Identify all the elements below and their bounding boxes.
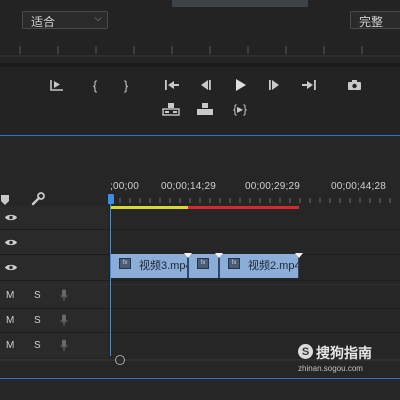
play-button[interactable] — [229, 75, 251, 95]
playhead-line[interactable] — [110, 196, 111, 356]
eye-icon — [5, 264, 17, 270]
step-back-button[interactable] — [195, 75, 217, 95]
edit-point-marker[interactable] — [184, 253, 192, 258]
mark-in-button[interactable]: { — [84, 75, 106, 95]
mark-out-button[interactable]: } — [115, 75, 137, 95]
microphone-icon[interactable] — [60, 339, 68, 352]
timeline-settings-button[interactable] — [30, 192, 46, 206]
track-divider — [0, 280, 400, 281]
lift-icon — [162, 103, 180, 116]
toggle-output-v1[interactable] — [3, 260, 19, 274]
clip-name: 视频2.mp4 — [248, 260, 299, 272]
step-forward-icon — [269, 80, 279, 90]
microphone-icon[interactable] — [60, 314, 68, 327]
eye-icon — [5, 214, 17, 220]
step-back-icon — [201, 80, 211, 90]
clip-name: 视频3.mp4 — [139, 260, 188, 272]
add-marker-button[interactable] — [46, 75, 68, 95]
comparison-view-button[interactable]: {▸} — [229, 99, 251, 119]
mark-out-icon: } — [123, 77, 129, 93]
logo-letter: S — [301, 345, 310, 358]
panel-focus-border — [0, 378, 400, 379]
edit-point-marker[interactable] — [295, 253, 303, 258]
edit-point-marker[interactable] — [215, 253, 223, 258]
wrench-icon — [31, 192, 45, 206]
timeline-clip[interactable]: fx 视频2.mp4 — [219, 254, 299, 278]
chevron-down-icon: ⌵ — [94, 13, 102, 24]
solo-a1-button[interactable]: S — [34, 290, 41, 301]
zoom-fit-select[interactable]: 适合 ⌵ — [22, 11, 108, 29]
zoom-scroll-handle[interactable] — [115, 355, 125, 365]
playhead-handle[interactable] — [108, 194, 114, 204]
timeline-clip[interactable]: fx 视频3.mp4 — [110, 254, 188, 278]
go-to-out-icon — [302, 80, 316, 90]
monitor-time-ruler[interactable] — [0, 40, 400, 58]
snap-toggle[interactable] — [0, 193, 10, 205]
trim-brackets-icon: {▸} — [232, 102, 248, 116]
timecode-label: ;00;00 — [110, 181, 140, 192]
video-audio-divider — [0, 284, 400, 285]
toggle-output-v2[interactable] — [3, 235, 19, 249]
track-divider — [0, 308, 400, 309]
track-divider — [0, 332, 400, 333]
extract-icon — [197, 103, 213, 115]
extract-button[interactable] — [194, 99, 216, 119]
solo-a2-button[interactable]: S — [34, 315, 41, 326]
timecode-label: 00;00;44;28 — [331, 181, 387, 192]
mute-a1-button[interactable]: M — [6, 290, 14, 301]
fx-badge: fx — [119, 258, 131, 269]
mute-a3-button[interactable]: M — [6, 340, 14, 351]
play-icon — [236, 79, 246, 91]
watermark-text: 搜狗指南 — [316, 345, 372, 361]
fx-badge: fx — [197, 258, 209, 269]
mark-in-icon: { — [92, 77, 98, 93]
export-marker-icon — [50, 80, 63, 91]
go-to-out-button[interactable] — [298, 75, 320, 95]
toggle-output-v3[interactable] — [3, 210, 19, 224]
playback-resolution-select[interactable]: 完整 — [350, 11, 400, 29]
microphone-icon[interactable] — [60, 289, 68, 302]
eye-icon — [5, 239, 17, 245]
go-to-in-icon — [165, 80, 179, 90]
watermark-url: zhinan.sogou.com — [298, 364, 363, 373]
go-to-in-button[interactable] — [161, 75, 183, 95]
step-forward-button[interactable] — [263, 75, 285, 95]
mute-a2-button[interactable]: M — [6, 315, 14, 326]
monitor-scrubber-bar[interactable] — [0, 63, 400, 67]
marker-icon — [1, 195, 9, 205]
solo-a3-button[interactable]: S — [34, 340, 41, 351]
timecode-label: 00;00;29;29 — [245, 181, 301, 192]
playback-resolution-value: 完整 — [359, 15, 384, 29]
export-frame-button[interactable] — [343, 75, 365, 95]
zoom-fit-value: 适合 — [31, 15, 56, 29]
fx-badge: fx — [228, 258, 240, 269]
sogou-logo-icon: S — [298, 344, 313, 359]
track-divider — [0, 229, 400, 230]
render-bar-rendered — [110, 206, 188, 209]
render-bar-unrendered — [188, 206, 299, 209]
camera-icon — [347, 80, 361, 90]
video-preview — [172, 0, 308, 7]
lift-button[interactable] — [160, 99, 182, 119]
timecode-label: 00;00;14;29 — [161, 181, 217, 192]
